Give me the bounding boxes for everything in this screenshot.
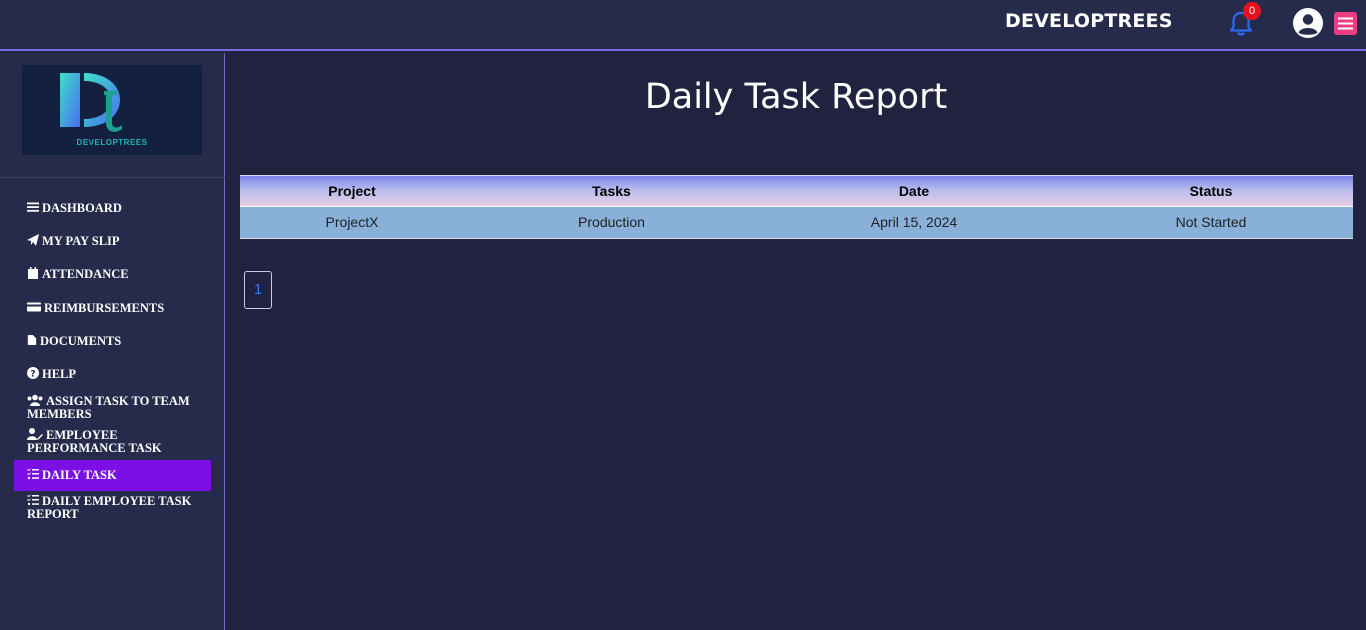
user-avatar-icon[interactable] — [1292, 7, 1324, 39]
sidebar-item-label: DAILY TASK — [42, 468, 117, 482]
bars-icon — [27, 202, 39, 212]
sidebar-item-label: ATTENDANCE — [42, 267, 129, 281]
logo-text: DEVELOPTREES — [77, 138, 148, 147]
cell-project: ProjectX — [325, 214, 379, 230]
sidebar-item-label: REIMBURSEMENTS — [44, 301, 165, 315]
brand-title: DEVELOPTREES — [1005, 10, 1173, 32]
sidebar-item-attendance[interactable]: ATTENDANCE — [14, 267, 211, 281]
table-header-row: Project Tasks Date Status — [240, 175, 1353, 207]
page-title: Daily Task Report — [644, 77, 948, 117]
cell-status: Not Started — [1175, 214, 1247, 230]
sidebar-item-label: HELP — [42, 367, 77, 381]
table-row[interactable]: ProjectX Production April 15, 2024 Not S… — [240, 207, 1353, 238]
task-report-table: Project Tasks Date Status ProjectX Produ… — [240, 175, 1353, 239]
hamburger-icon — [1338, 17, 1353, 30]
sidebar-item-assign-task[interactable]: ASSIGN TASK TO TEAM MEMBERS — [14, 394, 211, 421]
cell-tasks: Production — [578, 214, 645, 230]
sidebar-item-label: DOCUMENTS — [40, 334, 122, 348]
users-icon — [27, 394, 43, 406]
column-header-date[interactable]: Date — [759, 176, 1069, 206]
notification-badge[interactable]: 0 — [1243, 2, 1261, 20]
cell-date: April 15, 2024 — [870, 214, 958, 230]
calendar-icon — [28, 267, 38, 279]
file-icon — [27, 335, 37, 345]
company-logo: DEVELOPTREES — [22, 65, 202, 155]
sidebar-item-daily-employee-task-report[interactable]: DAILY EMPLOYEE TASK REPORT — [14, 494, 211, 521]
logo-mark-icon: DEVELOPTREES — [60, 73, 148, 147]
sidebar-item-label: MY PAY SLIP — [42, 234, 120, 248]
sidebar-item-label: EMPLOYEE PERFORMANCE TASK — [27, 428, 162, 455]
sidebar-item-label: DAILY EMPLOYEE TASK REPORT — [27, 494, 192, 521]
sidebar-item-my-pay-slip[interactable]: MY PAY SLIP — [14, 234, 211, 248]
column-header-tasks[interactable]: Tasks — [464, 176, 759, 206]
sidebar-item-documents[interactable]: DOCUMENTS — [14, 334, 211, 348]
sidebar-item-label: DASHBOARD — [42, 201, 122, 215]
sidebar-item-dashboard[interactable]: DASHBOARD — [14, 201, 211, 215]
list-check-icon — [27, 494, 39, 506]
question-circle-icon: ? — [27, 367, 39, 379]
hamburger-menu-button[interactable] — [1334, 12, 1357, 35]
sidebar-item-label: ASSIGN TASK TO TEAM MEMBERS — [27, 394, 190, 421]
svg-text:?: ? — [30, 370, 35, 380]
user-edit-icon — [27, 428, 43, 440]
sidebar-item-employee-performance[interactable]: EMPLOYEE PERFORMANCE TASK — [14, 428, 211, 455]
sidebar-item-reimbursements[interactable]: REIMBURSEMENTS — [14, 301, 211, 315]
paper-plane-icon — [27, 234, 39, 246]
sidebar-item-daily-task[interactable]: DAILY TASK — [14, 460, 211, 491]
column-header-status[interactable]: Status — [1069, 176, 1353, 206]
top-bar: DEVELOPTREES 0 — [0, 0, 1366, 51]
sidebar-item-help[interactable]: ? HELP — [14, 367, 211, 381]
list-check-icon — [27, 468, 39, 480]
pagination-page-1[interactable]: 1 — [244, 271, 272, 309]
credit-card-icon — [27, 302, 41, 312]
sidebar-divider — [0, 177, 225, 178]
column-header-project[interactable]: Project — [240, 176, 464, 206]
